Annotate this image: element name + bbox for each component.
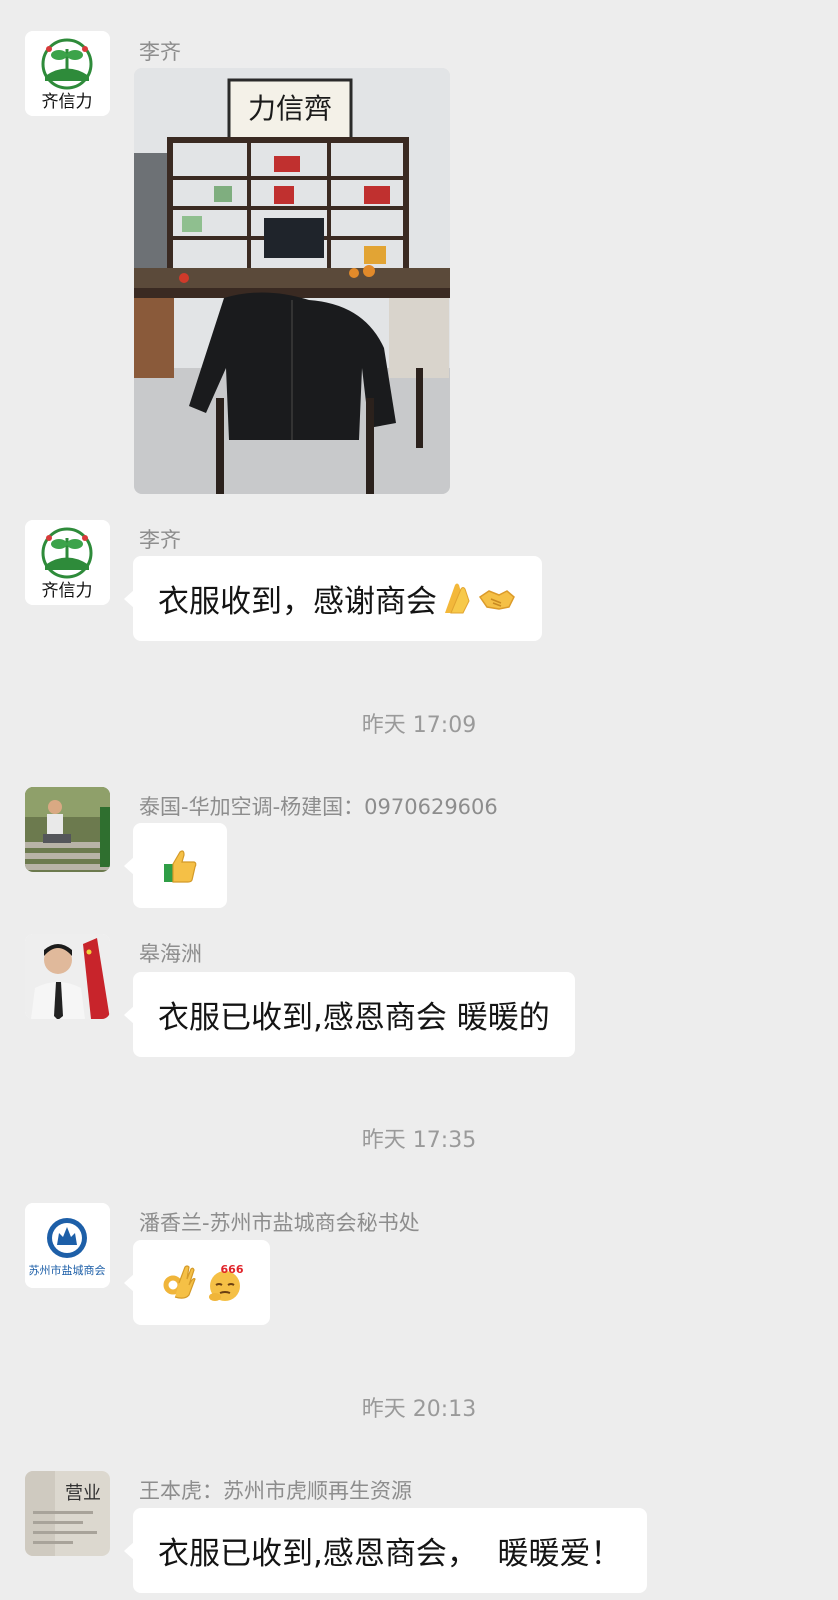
svg-text:营业: 营业	[65, 1483, 101, 1504]
handshake-emoji	[478, 589, 515, 610]
sender-name: 王本虎：苏州市虎顺再生资源	[139, 1479, 412, 1503]
message-text: 衣服已收到,感恩商会， 暖暖爱！	[158, 1536, 622, 1572]
qi-xin-li-logo-icon: 齐信力	[25, 520, 110, 605]
sender-name: 泰国-华加空调-杨建国：0970629606	[139, 795, 498, 819]
svg-text:齐信力: 齐信力	[42, 92, 93, 112]
photo-message[interactable]: 力信齊	[134, 68, 450, 494]
text-message-bubble[interactable]: 衣服收到，感谢商会	[124, 556, 542, 641]
avatar-yang-jianguo[interactable]	[25, 787, 110, 872]
svg-text:力信齊: 力信齊	[248, 92, 332, 125]
timestamp: 昨天 17:35	[361, 1128, 477, 1153]
sender-name: 李齐	[139, 528, 181, 552]
chat-message-list[interactable]: 齐信力 李齐 力信齊 齐信力 李齐 衣服收到，感谢商会 昨天 17:09 泰国-…	[0, 0, 838, 1600]
message-text: 衣服已收到,感恩商会 暖暖的	[158, 1000, 550, 1036]
business-license-photo-avatar: 营业	[25, 1471, 110, 1556]
thumbs-up-emoji	[164, 849, 197, 883]
pray-emoji	[445, 583, 470, 613]
sender-name: 潘香兰-苏州市盐城商会秘书处	[139, 1211, 420, 1235]
person-photo-avatar	[25, 934, 110, 1019]
ok-hand-emoji	[163, 1264, 196, 1299]
text-message-bubble[interactable]: 衣服已收到,感恩商会， 暖暖爱！	[124, 1508, 647, 1593]
svg-text:苏州市盐城商会: 苏州市盐城商会	[29, 1263, 106, 1277]
666-emoji: 666	[208, 1263, 243, 1301]
avatar-li-qi[interactable]: 齐信力	[25, 31, 110, 116]
avatar-pan-xianglan[interactable]: 苏州市盐城商会	[25, 1203, 110, 1288]
emoji-message-bubble[interactable]: 666	[124, 1240, 270, 1325]
message-text: 衣服收到，感谢商会	[158, 584, 437, 620]
svg-text:666: 666	[220, 1263, 243, 1276]
emoji-message-bubble[interactable]	[124, 823, 227, 908]
person-photo-avatar	[25, 787, 110, 872]
sender-name: 皋海洲	[139, 942, 202, 966]
text-message-bubble[interactable]: 衣服已收到,感恩商会 暖暖的	[124, 972, 575, 1057]
tea-room-photo: 力信齊	[134, 68, 450, 494]
avatar-wang-benhu[interactable]: 营业	[25, 1471, 110, 1556]
timestamp: 昨天 20:13	[361, 1397, 477, 1422]
qi-xin-li-logo-icon: 齐信力	[25, 31, 110, 116]
chamber-of-commerce-logo-icon: 苏州市盐城商会	[25, 1203, 110, 1288]
timestamp: 昨天 17:09	[361, 713, 477, 738]
avatar-gao-haizhou[interactable]	[25, 934, 110, 1019]
svg-text:齐信力: 齐信力	[42, 581, 93, 601]
avatar-li-qi[interactable]: 齐信力	[25, 520, 110, 605]
sender-name: 李齐	[139, 40, 181, 64]
